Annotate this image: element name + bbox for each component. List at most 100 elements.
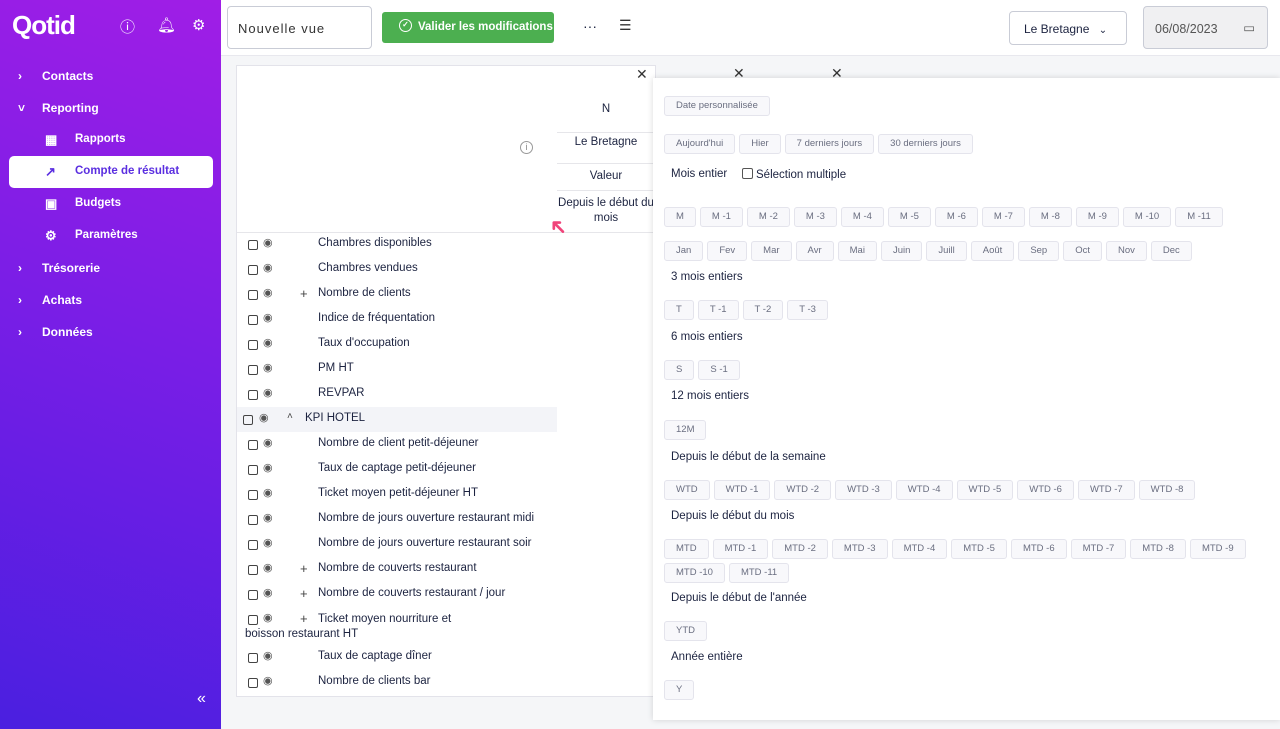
help-icon[interactable]: ⓘ	[120, 16, 135, 37]
period-chip[interactable]: Avr	[795, 241, 834, 261]
eye-icon[interactable]: ◉	[263, 561, 273, 574]
period-chip[interactable]: M -5	[887, 207, 931, 227]
period-chip[interactable]: Jan	[664, 241, 704, 261]
period-chip[interactable]: M -7	[981, 207, 1025, 227]
gear-icon[interactable]: ⚙	[192, 16, 205, 34]
period-chip[interactable]: T -1	[697, 300, 739, 320]
eye-icon[interactable]: ◉	[263, 486, 273, 499]
row-checkbox[interactable]	[248, 390, 258, 400]
table-row[interactable]: ◉ Taux d'occupation	[237, 332, 557, 357]
table-row[interactable]: ◉ PM HT	[237, 357, 557, 382]
table-row[interactable]: ◉ Nombre de clients bar	[237, 670, 557, 695]
row-checkbox[interactable]	[243, 415, 253, 425]
row-checkbox[interactable]	[248, 590, 258, 600]
row-checkbox[interactable]	[248, 490, 258, 500]
period-chip[interactable]: S	[664, 360, 695, 380]
table-row[interactable]: ◉ Nombre de jours ouverture restaurant so…	[237, 532, 557, 557]
eye-icon[interactable]: ◉	[263, 261, 273, 274]
table-row[interactable]: ◉ Taux de captage petit-déjeuner	[237, 457, 557, 482]
row-checkbox[interactable]	[248, 440, 258, 450]
period-chip[interactable]: MTD	[664, 539, 709, 559]
period-chip[interactable]: Mai	[837, 241, 877, 261]
sidebar-item-rapports[interactable]: ▦ Rapports	[9, 124, 213, 156]
period-chip[interactable]: WTD -8	[1138, 480, 1196, 500]
period-chip[interactable]: M	[664, 207, 696, 227]
sidebar-item-budgets[interactable]: ▣ Budgets	[9, 188, 213, 220]
period-chip[interactable]: Août	[970, 241, 1015, 261]
period-chip[interactable]: Y	[664, 680, 695, 700]
period-chip[interactable]: MTD -1	[712, 539, 769, 559]
sidebar-item-parametres[interactable]: ⚙ Paramètres	[9, 220, 213, 252]
period-chip[interactable]: 30 derniers jours	[878, 134, 973, 154]
period-chip[interactable]: MTD -9	[1189, 539, 1246, 559]
period-chip[interactable]: M -1	[699, 207, 743, 227]
period-chip[interactable]: Juill	[926, 241, 967, 261]
period-chip[interactable]: Oct	[1063, 241, 1102, 261]
table-row[interactable]: ◉ Chambres disponibles	[237, 232, 557, 257]
table-row[interactable]: ◉ + Nombre de couverts restaurant / jour	[237, 582, 557, 607]
expand-icon[interactable]: +	[300, 286, 308, 301]
period-chip[interactable]: WTD -6	[1017, 480, 1074, 500]
row-checkbox[interactable]	[248, 515, 258, 525]
period-chip[interactable]: 7 derniers jours	[784, 134, 875, 154]
eye-icon[interactable]: ◉	[263, 386, 273, 399]
period-chip[interactable]: MTD -6	[1010, 539, 1067, 559]
period-chip[interactable]: T	[664, 300, 694, 320]
table-row[interactable]: ◉ REVPAR	[237, 382, 557, 407]
collapse-sidebar-icon[interactable]: «	[197, 690, 206, 708]
row-checkbox[interactable]	[248, 265, 258, 275]
hotel-select[interactable]: Le Bretagne ⌄	[1009, 11, 1127, 45]
bell-icon[interactable]: 🔔︎	[157, 16, 176, 34]
period-chip[interactable]: M -9	[1075, 207, 1119, 227]
period-chip[interactable]: Juin	[880, 241, 923, 261]
period-chip[interactable]: WTD -7	[1077, 480, 1135, 500]
period-chip[interactable]: WTD -3	[835, 480, 892, 500]
eye-icon[interactable]: ◉	[263, 511, 273, 524]
table-row[interactable]: ◉ Ticket moyen petit-déjeuner HT	[237, 482, 557, 507]
chevron-up-icon[interactable]: ˄	[287, 411, 293, 422]
checkbox[interactable]	[742, 168, 753, 179]
row-checkbox[interactable]	[248, 290, 258, 300]
eye-icon[interactable]: ◉	[263, 649, 273, 662]
ordered-list-icon[interactable]: ☰	[619, 17, 632, 34]
row-checkbox[interactable]	[248, 465, 258, 475]
period-chip[interactable]: MTD -11	[728, 563, 790, 583]
row-checkbox[interactable]	[248, 678, 258, 688]
period-chip[interactable]: M -6	[934, 207, 978, 227]
period-chip[interactable]: Mar	[751, 241, 792, 261]
period-chip[interactable]: MTD -3	[831, 539, 888, 559]
eye-icon[interactable]: ◉	[263, 436, 273, 449]
period-chip[interactable]: Date personnalisée	[664, 96, 770, 116]
period-chip[interactable]: M -10	[1122, 207, 1172, 227]
period-chip[interactable]: Fev	[707, 241, 748, 261]
table-row[interactable]: ◉ Nombre de client petit-déjeuner	[237, 432, 557, 457]
period-chip[interactable]: MTD -7	[1070, 539, 1127, 559]
row-checkbox[interactable]	[248, 565, 258, 575]
period-chip[interactable]: M -4	[840, 207, 884, 227]
sidebar-item-compte-de-resultat[interactable]: ↗ Compte de résultat	[9, 156, 213, 188]
period-chip[interactable]: M -2	[746, 207, 790, 227]
table-row[interactable]: ◉ + Nombre de couverts restaurant	[237, 557, 557, 582]
period-chip[interactable]: Nov	[1106, 241, 1147, 261]
row-checkbox[interactable]	[248, 540, 258, 550]
period-chip[interactable]: MTD -10	[664, 563, 725, 583]
table-row[interactable]: ◉ Nombre de jours ouverture restaurant mi…	[237, 507, 557, 532]
period-chip[interactable]: M -3	[793, 207, 837, 227]
period-chip[interactable]: Dec	[1150, 241, 1192, 261]
period-chip[interactable]: Hier	[739, 134, 781, 154]
period-chip[interactable]: Sep	[1018, 241, 1060, 261]
table-row[interactable]: ◉ + Ticket moyen nourriture et boisson res…	[237, 607, 557, 645]
eye-icon[interactable]: ◉	[263, 336, 273, 349]
row-checkbox[interactable]	[248, 315, 258, 325]
validate-button[interactable]: ✓ Valider les modifications	[382, 12, 554, 43]
period-chip[interactable]: YTD	[664, 621, 707, 641]
period-chip[interactable]: MTD -5	[951, 539, 1007, 559]
eye-icon[interactable]: ◉	[263, 361, 273, 374]
row-checkbox[interactable]	[248, 240, 258, 250]
period-chip[interactable]: M -8	[1028, 207, 1072, 227]
multi-select-checkbox[interactable]: Sélection multiple	[742, 168, 846, 181]
period-chip[interactable]: WTD -4	[895, 480, 953, 500]
eye-icon[interactable]: ◉	[263, 674, 273, 687]
period-chip[interactable]: MTD -2	[772, 539, 828, 559]
period-chip[interactable]: T -2	[742, 300, 784, 320]
